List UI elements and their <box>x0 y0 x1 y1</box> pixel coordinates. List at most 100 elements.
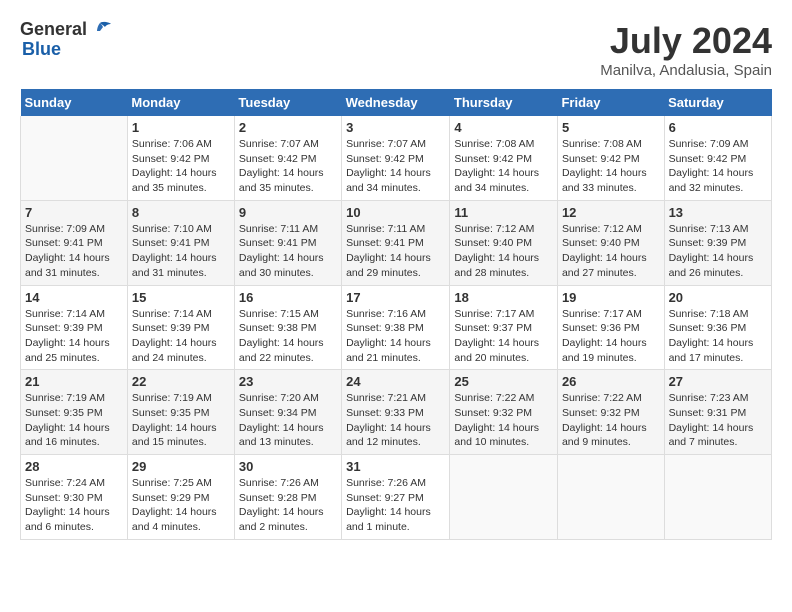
calendar-cell <box>21 116 128 200</box>
calendar-cell: 4 Sunrise: 7:08 AMSunset: 9:42 PMDaylight… <box>450 116 558 200</box>
day-info: Sunrise: 7:06 AMSunset: 9:42 PMDaylight:… <box>132 137 230 196</box>
day-info: Sunrise: 7:25 AMSunset: 9:29 PMDaylight:… <box>132 476 230 535</box>
day-info: Sunrise: 7:23 AMSunset: 9:31 PMDaylight:… <box>669 391 767 450</box>
calendar-cell: 24 Sunrise: 7:21 AMSunset: 9:33 PMDayligh… <box>342 370 450 455</box>
day-info: Sunrise: 7:14 AMSunset: 9:39 PMDaylight:… <box>132 307 230 366</box>
calendar-cell: 1 Sunrise: 7:06 AMSunset: 9:42 PMDaylight… <box>127 116 234 200</box>
day-number: 8 <box>132 205 230 220</box>
day-number: 19 <box>562 290 660 305</box>
calendar-cell: 21 Sunrise: 7:19 AMSunset: 9:35 PMDayligh… <box>21 370 128 455</box>
day-number: 13 <box>669 205 767 220</box>
calendar-cell: 22Sunrise: 7:19 AMSunset: 9:35 PMDayligh… <box>127 370 234 455</box>
calendar-cell <box>557 455 664 540</box>
day-number: 6 <box>669 120 767 135</box>
day-info: Sunrise: 7:17 AMSunset: 9:36 PMDaylight:… <box>562 307 660 366</box>
calendar-cell: 28Sunrise: 7:24 AMSunset: 9:30 PMDayligh… <box>21 455 128 540</box>
day-info: Sunrise: 7:10 AMSunset: 9:41 PMDaylight:… <box>132 222 230 281</box>
location-subtitle: Manilva, Andalusia, Spain <box>600 62 772 79</box>
column-header-wednesday: Wednesday <box>342 89 450 116</box>
day-info: Sunrise: 7:26 AMSunset: 9:27 PMDaylight:… <box>346 476 445 535</box>
calendar-cell: 17 Sunrise: 7:16 AMSunset: 9:38 PMDayligh… <box>342 285 450 370</box>
day-info: Sunrise: 7:19 AMSunset: 9:35 PMDaylight:… <box>25 391 123 450</box>
column-header-monday: Monday <box>127 89 234 116</box>
day-info: Sunrise: 7:18 AMSunset: 9:36 PMDaylight:… <box>669 307 767 366</box>
day-number: 21 <box>25 374 123 389</box>
calendar-cell: 19 Sunrise: 7:17 AMSunset: 9:36 PMDayligh… <box>557 285 664 370</box>
day-number: 20 <box>669 290 767 305</box>
day-info: Sunrise: 7:26 AMSunset: 9:28 PMDaylight:… <box>239 476 337 535</box>
day-info: Sunrise: 7:07 AMSunset: 9:42 PMDaylight:… <box>346 137 445 196</box>
day-number: 26 <box>562 374 660 389</box>
calendar-cell: 8 Sunrise: 7:10 AMSunset: 9:41 PMDaylight… <box>127 200 234 285</box>
day-info: Sunrise: 7:15 AMSunset: 9:38 PMDaylight:… <box>239 307 337 366</box>
calendar-cell: 6 Sunrise: 7:09 AMSunset: 9:42 PMDaylight… <box>664 116 771 200</box>
logo-general-text: General <box>20 20 87 40</box>
day-number: 18 <box>454 290 553 305</box>
day-info: Sunrise: 7:11 AMSunset: 9:41 PMDaylight:… <box>346 222 445 281</box>
calendar-cell: 13 Sunrise: 7:13 AMSunset: 9:39 PMDayligh… <box>664 200 771 285</box>
day-info: Sunrise: 7:22 AMSunset: 9:32 PMDaylight:… <box>562 391 660 450</box>
calendar-cell: 2 Sunrise: 7:07 AMSunset: 9:42 PMDaylight… <box>234 116 341 200</box>
calendar-week-row: 14Sunrise: 7:14 AMSunset: 9:39 PMDayligh… <box>21 285 772 370</box>
day-number: 27 <box>669 374 767 389</box>
day-number: 2 <box>239 120 337 135</box>
logo: General Blue <box>20 20 111 60</box>
day-number: 31 <box>346 459 445 474</box>
day-info: Sunrise: 7:09 AMSunset: 9:42 PMDaylight:… <box>669 137 767 196</box>
day-number: 9 <box>239 205 337 220</box>
calendar-cell: 14Sunrise: 7:14 AMSunset: 9:39 PMDayligh… <box>21 285 128 370</box>
calendar-cell: 29 Sunrise: 7:25 AMSunset: 9:29 PMDayligh… <box>127 455 234 540</box>
day-number: 15 <box>132 290 230 305</box>
calendar-cell: 20 Sunrise: 7:18 AMSunset: 9:36 PMDayligh… <box>664 285 771 370</box>
day-number: 29 <box>132 459 230 474</box>
calendar-cell: 3 Sunrise: 7:07 AMSunset: 9:42 PMDaylight… <box>342 116 450 200</box>
day-number: 22 <box>132 374 230 389</box>
column-header-sunday: Sunday <box>21 89 128 116</box>
day-number: 5 <box>562 120 660 135</box>
day-number: 7 <box>25 205 123 220</box>
calendar-cell: 10 Sunrise: 7:11 AMSunset: 9:41 PMDayligh… <box>342 200 450 285</box>
calendar-cell: 31 Sunrise: 7:26 AMSunset: 9:27 PMDayligh… <box>342 455 450 540</box>
calendar-week-row: 28Sunrise: 7:24 AMSunset: 9:30 PMDayligh… <box>21 455 772 540</box>
day-number: 24 <box>346 374 445 389</box>
day-number: 10 <box>346 205 445 220</box>
calendar-cell: 9 Sunrise: 7:11 AMSunset: 9:41 PMDaylight… <box>234 200 341 285</box>
day-info: Sunrise: 7:09 AMSunset: 9:41 PMDaylight:… <box>25 222 123 281</box>
logo-blue-text: Blue <box>22 40 111 60</box>
calendar-cell: 23 Sunrise: 7:20 AMSunset: 9:34 PMDayligh… <box>234 370 341 455</box>
day-info: Sunrise: 7:13 AMSunset: 9:39 PMDaylight:… <box>669 222 767 281</box>
column-header-saturday: Saturday <box>664 89 771 116</box>
day-number: 30 <box>239 459 337 474</box>
day-info: Sunrise: 7:08 AMSunset: 9:42 PMDaylight:… <box>562 137 660 196</box>
day-info: Sunrise: 7:07 AMSunset: 9:42 PMDaylight:… <box>239 137 337 196</box>
day-number: 17 <box>346 290 445 305</box>
day-info: Sunrise: 7:16 AMSunset: 9:38 PMDaylight:… <box>346 307 445 366</box>
logo-bird-icon <box>89 21 111 39</box>
column-header-tuesday: Tuesday <box>234 89 341 116</box>
day-number: 28 <box>25 459 123 474</box>
calendar-cell: 7 Sunrise: 7:09 AMSunset: 9:41 PMDaylight… <box>21 200 128 285</box>
calendar-week-row: 1 Sunrise: 7:06 AMSunset: 9:42 PMDaylight… <box>21 116 772 200</box>
day-info: Sunrise: 7:14 AMSunset: 9:39 PMDaylight:… <box>25 307 123 366</box>
day-number: 4 <box>454 120 553 135</box>
day-info: Sunrise: 7:08 AMSunset: 9:42 PMDaylight:… <box>454 137 553 196</box>
day-info: Sunrise: 7:12 AMSunset: 9:40 PMDaylight:… <box>454 222 553 281</box>
calendar-cell: 5 Sunrise: 7:08 AMSunset: 9:42 PMDaylight… <box>557 116 664 200</box>
month-year-title: July 2024 <box>600 20 772 62</box>
column-header-friday: Friday <box>557 89 664 116</box>
day-number: 12 <box>562 205 660 220</box>
day-info: Sunrise: 7:21 AMSunset: 9:33 PMDaylight:… <box>346 391 445 450</box>
day-number: 3 <box>346 120 445 135</box>
day-number: 23 <box>239 374 337 389</box>
calendar-header-row: SundayMondayTuesdayWednesdayThursdayFrid… <box>21 89 772 116</box>
title-area: July 2024 Manilva, Andalusia, Spain <box>600 20 772 79</box>
day-number: 1 <box>132 120 230 135</box>
day-info: Sunrise: 7:20 AMSunset: 9:34 PMDaylight:… <box>239 391 337 450</box>
calendar-cell: 25Sunrise: 7:22 AMSunset: 9:32 PMDayligh… <box>450 370 558 455</box>
calendar-cell <box>664 455 771 540</box>
calendar-week-row: 21 Sunrise: 7:19 AMSunset: 9:35 PMDayligh… <box>21 370 772 455</box>
day-info: Sunrise: 7:12 AMSunset: 9:40 PMDaylight:… <box>562 222 660 281</box>
calendar-cell: 18Sunrise: 7:17 AMSunset: 9:37 PMDayligh… <box>450 285 558 370</box>
day-info: Sunrise: 7:11 AMSunset: 9:41 PMDaylight:… <box>239 222 337 281</box>
day-info: Sunrise: 7:22 AMSunset: 9:32 PMDaylight:… <box>454 391 553 450</box>
